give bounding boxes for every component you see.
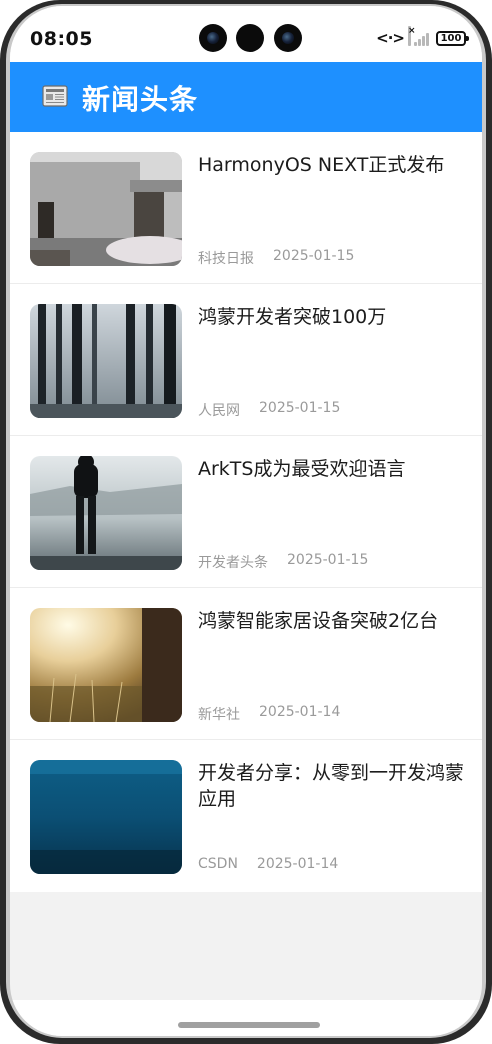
- news-source: 新华社: [198, 707, 240, 723]
- news-meta: 开发者头条 2025-01-15: [198, 552, 368, 572]
- news-meta: CSDN 2025-01-14: [198, 856, 338, 872]
- news-meta: 人民网 2025-01-15: [198, 400, 340, 420]
- camera-left: [199, 24, 227, 52]
- news-title: 鸿蒙智能家居设备突破2亿台: [198, 610, 439, 632]
- status-icons: <·> × 100: [376, 26, 469, 48]
- news-source: 人民网: [198, 403, 240, 419]
- news-item[interactable]: 鸿蒙智能家居设备突破2亿台 新华社 2025-01-14: [10, 588, 482, 740]
- news-title: ArkTS成为最受欢迎语言: [198, 458, 406, 480]
- app-header: 新闻头条: [10, 62, 482, 132]
- news-meta: 新华社 2025-01-14: [198, 704, 340, 724]
- status-bar: 08:05 <·> × 100: [10, 6, 482, 62]
- signal-icon: ×: [408, 26, 430, 46]
- news-date: 2025-01-14: [256, 856, 339, 872]
- news-title: 鸿蒙开发者突破100万: [198, 306, 387, 328]
- news-source: CSDN: [198, 856, 238, 872]
- news-item[interactable]: HarmonyOS NEXT正式发布 科技日报 2025-01-15: [10, 132, 482, 284]
- screen: 08:05 <·> × 100 新闻头条 HarmonyOS NEXT正式发布 …: [10, 6, 482, 1036]
- page-title: 新闻头条: [82, 83, 199, 116]
- status-time: 08:05: [30, 28, 93, 50]
- home-indicator[interactable]: [178, 1022, 320, 1028]
- bottom-bar: [10, 1000, 482, 1036]
- news-item[interactable]: 鸿蒙开发者突破100万 人民网 2025-01-15: [10, 284, 482, 436]
- news-date: 2025-01-14: [259, 704, 341, 720]
- news-date: 2025-01-15: [273, 248, 355, 264]
- news-thumbnail: [30, 608, 182, 722]
- news-list: HarmonyOS NEXT正式发布 科技日报 2025-01-15 鸿蒙开发者…: [10, 132, 482, 892]
- battery-icon: 100: [436, 30, 469, 46]
- news-title: 开发者分享：从零到一开发鸿蒙应用: [198, 762, 465, 810]
- news-thumbnail: [30, 760, 182, 874]
- camera-right: [274, 24, 302, 52]
- news-source: 开发者头条: [198, 555, 268, 571]
- news-date: 2025-01-15: [259, 400, 341, 416]
- phone-frame: 08:05 <·> × 100 新闻头条 HarmonyOS NEXT正式发布 …: [0, 0, 492, 1044]
- news-thumbnail: [30, 456, 182, 570]
- news-title: HarmonyOS NEXT正式发布: [198, 154, 445, 176]
- news-source: 科技日报: [198, 251, 254, 267]
- news-thumbnail: [30, 304, 182, 418]
- camera-center: [236, 24, 264, 52]
- news-item[interactable]: ArkTS成为最受欢迎语言 开发者头条 2025-01-15: [10, 436, 482, 588]
- newspaper-icon: [42, 85, 68, 107]
- phone-bezel: 08:05 <·> × 100 新闻头条 HarmonyOS NEXT正式发布 …: [6, 4, 486, 1038]
- news-item[interactable]: 开发者分享：从零到一开发鸿蒙应用 CSDN 2025-01-14: [10, 740, 482, 892]
- network-icon: <·>: [376, 29, 405, 47]
- news-meta: 科技日报 2025-01-15: [198, 248, 354, 268]
- news-date: 2025-01-15: [287, 552, 369, 568]
- news-thumbnail: [30, 152, 182, 266]
